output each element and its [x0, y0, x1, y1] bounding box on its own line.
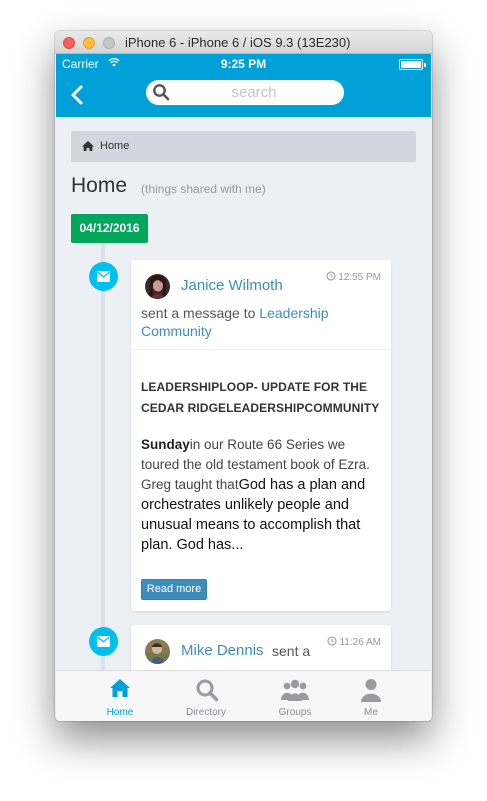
timestamp: 11:26 AM — [327, 636, 381, 648]
envelope-icon — [89, 627, 118, 656]
close-window-button[interactable] — [63, 37, 75, 49]
timestamp-text: 11:26 AM — [339, 637, 381, 648]
tab-home[interactable]: Home — [76, 671, 164, 721]
breadcrumb: Home — [71, 131, 416, 162]
search-input[interactable] — [174, 82, 334, 103]
timeline-line — [101, 243, 105, 670]
tab-label: Directory — [185, 707, 226, 718]
tab-bar: Home Directory Groups Me — [56, 670, 431, 721]
nav-bar — [56, 74, 431, 117]
card-divider — [131, 349, 391, 350]
activity-description: sent a message to Leadership Community — [141, 304, 379, 340]
home-icon — [110, 679, 130, 697]
tab-label: Me — [364, 707, 378, 718]
minimize-window-button[interactable] — [83, 37, 95, 49]
phone-screen: Carrier 9:25 PM Home Home (things shared… — [56, 54, 431, 721]
tab-label: Groups — [278, 707, 312, 718]
main-content[interactable]: Home Home (things shared with me) 04/12/… — [56, 117, 431, 670]
message-body-bold: Sunday — [141, 437, 190, 452]
chevron-left-icon — [71, 85, 83, 105]
action-text: sent a message to — [141, 305, 256, 321]
zoom-window-button[interactable] — [103, 37, 115, 49]
tab-groups[interactable]: Groups — [251, 671, 339, 721]
author-link[interactable]: Mike Dennis — [181, 642, 264, 659]
timestamp-text: 12:55 PM — [338, 272, 381, 283]
search-icon — [196, 679, 219, 702]
clock-icon — [326, 271, 336, 281]
search-icon — [153, 84, 170, 101]
page-subtitle: (things shared with me) — [141, 182, 266, 196]
groups-icon — [281, 679, 309, 701]
author-link[interactable]: Janice Wilmoth — [181, 277, 283, 294]
avatar[interactable] — [145, 274, 170, 299]
back-button[interactable] — [68, 80, 98, 110]
read-more-button[interactable]: Read more — [141, 579, 207, 600]
status-bar: Carrier 9:25 PM — [56, 54, 431, 74]
home-icon — [82, 141, 94, 151]
avatar[interactable] — [145, 639, 170, 664]
timeline-item: Mike Dennis 11:26 AM sent a — [131, 625, 391, 670]
search-box[interactable] — [146, 80, 344, 105]
envelope-icon — [89, 262, 118, 291]
battery-icon — [399, 59, 426, 70]
tab-me[interactable]: Me — [327, 671, 415, 721]
clock-icon — [327, 636, 338, 646]
timestamp: 12:55 PM — [326, 271, 381, 283]
window-titlebar: iPhone 6 - iPhone 6 / iOS 9.3 (13E230) — [55, 31, 432, 54]
message-title: LEADERSHIPLOOP- UPDATE FOR THE CEDAR RID… — [141, 380, 380, 415]
page-title: Home — [71, 174, 128, 197]
person-icon — [361, 679, 381, 702]
status-time: 9:25 PM — [220, 57, 267, 71]
window-title: iPhone 6 - iPhone 6 / iOS 9.3 (13E230) — [125, 35, 351, 50]
message-body: Sundayin our Route 66 Series we toured t… — [141, 435, 381, 555]
timeline-date-badge: 04/12/2016 — [71, 214, 148, 243]
timeline-item: Janice Wilmoth 12:55 PM sent a message t… — [131, 260, 391, 611]
simulator-window: iPhone 6 - iPhone 6 / iOS 9.3 (13E230) C… — [55, 31, 432, 721]
tab-label: Home — [106, 707, 134, 718]
breadcrumb-home-link[interactable]: Home — [100, 140, 129, 152]
action-text: sent a — [272, 643, 311, 659]
tab-directory[interactable]: Directory — [162, 671, 250, 721]
